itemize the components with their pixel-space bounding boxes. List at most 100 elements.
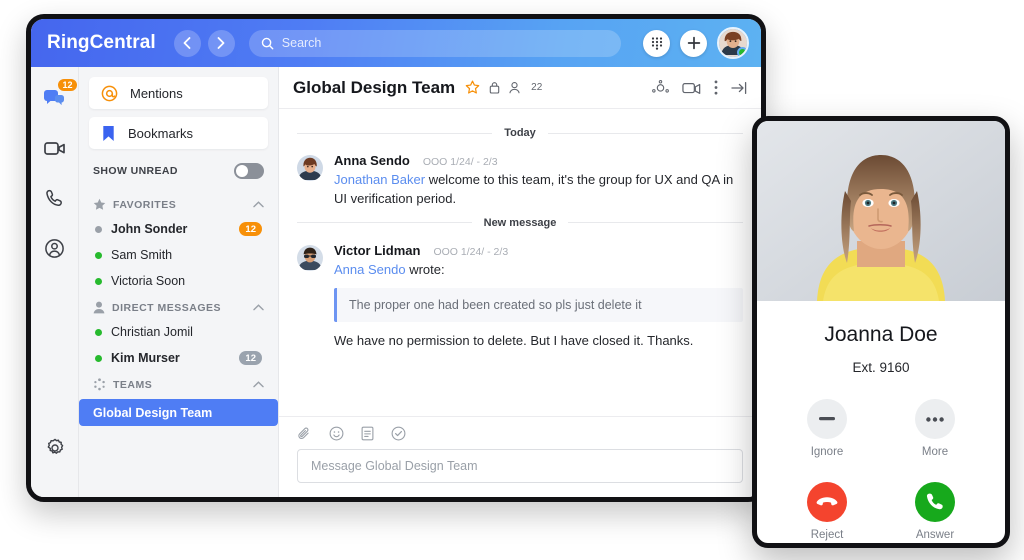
nav-buttons xyxy=(174,30,235,57)
sidebar-item-bookmarks[interactable]: Bookmarks xyxy=(89,117,268,149)
rail-item-phone[interactable] xyxy=(38,181,72,215)
sidebar-item-global-design-team[interactable]: Global Design Team xyxy=(79,399,278,426)
list-item[interactable]: Kim Murser 12 xyxy=(89,345,268,371)
person-name: Sam Smith xyxy=(111,248,262,262)
screenshot-stage: RingCentral Search xyxy=(0,0,1024,560)
attach-icon[interactable] xyxy=(297,426,312,441)
add-button[interactable] xyxy=(680,30,707,57)
user-avatar[interactable] xyxy=(717,27,749,59)
caller-name: Joanna Doe xyxy=(773,323,989,347)
unread-badge: 12 xyxy=(239,222,262,236)
forward-button[interactable] xyxy=(208,30,235,57)
person-icon xyxy=(93,301,105,314)
team-icon xyxy=(93,378,106,391)
section-header-favorites[interactable]: FAVORITES xyxy=(89,191,268,216)
sidebar-item-mentions[interactable]: Mentions xyxy=(89,77,268,109)
ignore-button[interactable]: Ignore xyxy=(790,399,864,458)
page-title: Global Design Team xyxy=(293,78,455,98)
more-label: More xyxy=(898,446,972,458)
section-title-favorites: FAVORITES xyxy=(113,199,246,211)
star-icon xyxy=(93,198,106,211)
call-actions-row-1: Ignore More xyxy=(757,399,1005,458)
message-list[interactable]: Today xyxy=(279,109,761,416)
answer-button[interactable]: Answer xyxy=(898,482,972,541)
phone-icon xyxy=(915,482,955,522)
list-item[interactable]: Victoria Soon xyxy=(89,268,268,294)
message-body: Victor Lidman OOO 1/24/ - 2/3 Anna Sendo… xyxy=(334,243,743,351)
collapse-icon[interactable] xyxy=(731,81,747,95)
ringcentral-app-window: RingCentral Search xyxy=(26,14,766,502)
message-input-placeholder: Message Global Design Team xyxy=(311,459,478,473)
message-author-status: OOO 1/24/ - 2/3 xyxy=(433,246,508,258)
message-reply-text: We have no permission to delete. But I h… xyxy=(334,332,743,351)
quoted-message: The proper one had been created so pls j… xyxy=(334,288,743,322)
section-header-direct-messages[interactable]: DIRECT MESSAGES xyxy=(89,294,268,319)
message-meta: Anna Sendo OOO 1/24/ - 2/3 xyxy=(334,153,743,168)
message-author: Victor Lidman xyxy=(334,243,420,258)
lock-icon xyxy=(489,81,500,94)
list-item[interactable]: Sam Smith xyxy=(89,242,268,268)
message-composer: Message Global Design Team xyxy=(279,416,761,497)
back-button[interactable] xyxy=(174,30,201,57)
divider-line xyxy=(548,133,743,134)
reject-button[interactable]: Reject xyxy=(790,482,864,541)
rail-item-video[interactable] xyxy=(38,131,72,165)
chevron-up-icon xyxy=(253,381,264,388)
search-placeholder: Search xyxy=(282,36,322,50)
video-icon[interactable] xyxy=(682,81,701,95)
caller-extension: Ext. 9160 xyxy=(773,360,989,375)
hangup-icon xyxy=(807,482,847,522)
show-unread-toggle[interactable] xyxy=(234,163,264,179)
sidebar-item-mentions-label: Mentions xyxy=(130,86,183,101)
divider-line xyxy=(297,133,492,134)
mention-link[interactable]: Anna Sendo xyxy=(334,262,406,277)
list-item[interactable]: John Sonder 12 xyxy=(89,216,268,242)
message-item: Anna Sendo OOO 1/24/ - 2/3 Jonathan Bake… xyxy=(297,153,743,209)
search-input[interactable]: Search xyxy=(249,30,621,57)
call-actions-row-2: Reject Answer xyxy=(757,482,1005,541)
avatar[interactable] xyxy=(297,155,323,181)
star-icon[interactable] xyxy=(465,80,480,95)
more-icon[interactable] xyxy=(714,80,718,95)
answer-label: Answer xyxy=(898,529,972,541)
presence-dot-online xyxy=(95,329,102,336)
emoji-icon[interactable] xyxy=(329,426,344,441)
more-button[interactable]: More xyxy=(898,399,972,458)
members-icon[interactable] xyxy=(509,82,520,94)
quote-intro-suffix: wrote: xyxy=(406,262,445,277)
message-author-status: OOO 1/24/ - 2/3 xyxy=(423,156,498,168)
note-icon[interactable] xyxy=(361,426,374,441)
divider-label: Today xyxy=(504,127,536,139)
list-item[interactable]: Christian Jomil xyxy=(89,319,268,345)
message-body: Anna Sendo OOO 1/24/ - 2/3 Jonathan Bake… xyxy=(334,153,743,209)
person-name: Christian Jomil xyxy=(111,325,262,339)
presence-dot-offline xyxy=(95,226,102,233)
task-icon[interactable] xyxy=(391,426,406,441)
presence-dot-online xyxy=(737,47,748,58)
section-header-teams[interactable]: TEAMS xyxy=(89,371,268,396)
divider-new-message: New message xyxy=(297,217,743,229)
at-icon xyxy=(101,85,118,102)
chevron-up-icon xyxy=(253,304,264,311)
rail-item-settings[interactable] xyxy=(38,431,72,465)
rail-item-contacts[interactable] xyxy=(38,231,72,265)
divider-line xyxy=(568,222,743,223)
divider-today: Today xyxy=(297,127,743,139)
huddle-icon[interactable] xyxy=(652,80,669,95)
sidebar-item-bookmarks-label: Bookmarks xyxy=(128,126,193,141)
message-input[interactable]: Message Global Design Team xyxy=(297,449,743,483)
avatar[interactable] xyxy=(297,245,323,271)
message-text: Jonathan Baker welcome to this team, it'… xyxy=(334,171,743,209)
reject-label: Reject xyxy=(790,529,864,541)
ellipsis-icon xyxy=(915,399,955,439)
incoming-call-card: Joanna Doe Ext. 9160 Ignore More xyxy=(752,116,1010,548)
unread-badge: 12 xyxy=(239,351,262,365)
rail-item-message[interactable]: 12 xyxy=(38,81,72,115)
presence-dot-online xyxy=(95,278,102,285)
section-title-teams: TEAMS xyxy=(113,379,246,391)
composer-tools xyxy=(297,426,743,441)
section-title-direct-messages: DIRECT MESSAGES xyxy=(112,302,246,314)
mention-link[interactable]: Jonathan Baker xyxy=(334,172,425,187)
app-body: 12 xyxy=(31,67,761,497)
dialpad-button[interactable] xyxy=(643,30,670,57)
